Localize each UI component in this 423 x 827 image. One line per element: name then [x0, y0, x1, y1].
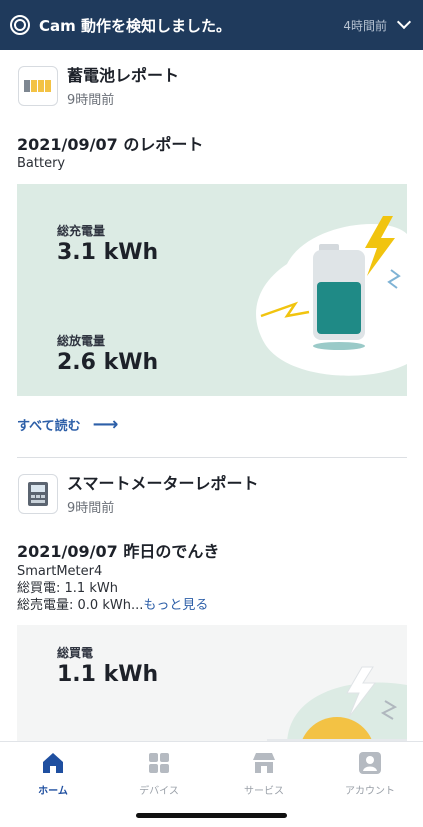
- meter-icon: [28, 482, 48, 506]
- tab-home-label: ホーム: [38, 786, 68, 797]
- battery-report-time: 9時間前: [67, 93, 115, 108]
- tab-devices[interactable]: デバイス: [106, 750, 212, 797]
- charge-label: 総充電量: [57, 224, 106, 238]
- arrow-right-icon: ⟶: [92, 414, 119, 435]
- charge-value: 3.1 kWh: [57, 240, 159, 265]
- smart-meter-report-time: 9時間前: [67, 501, 115, 516]
- tab-devices-label: デバイス: [139, 786, 179, 797]
- purchase-value: 1.1 kWh: [57, 662, 159, 687]
- tab-services-label: サービス: [244, 786, 284, 797]
- smart-meter-report-title: 2021/09/07 昨日のでんき: [17, 542, 220, 561]
- smart-meter-summary-panel[interactable]: 総買電 1.1 kWh: [17, 625, 407, 745]
- discharge-label: 総放電量: [57, 334, 106, 348]
- home-indicator: [136, 813, 287, 818]
- tab-home[interactable]: ホーム: [0, 750, 106, 797]
- see-more-link[interactable]: もっと見る: [143, 598, 208, 613]
- account-icon: [359, 752, 381, 774]
- devices-grid-icon: [149, 753, 169, 773]
- smart-meter-device-name: SmartMeter4: [17, 564, 103, 579]
- battery-summary-panel[interactable]: 総充電量 3.1 kWh 総放電量 2.6 kWh: [17, 184, 407, 396]
- sun-illustration: [267, 666, 407, 745]
- card-divider: [17, 457, 407, 458]
- battery-report-subtitle: Battery: [17, 156, 66, 171]
- discharge-value: 2.6 kWh: [57, 350, 159, 375]
- read-all-label: すべて読む: [17, 419, 81, 434]
- notification-time: 4時間前: [343, 18, 387, 33]
- app-screen: Cam 動作を検知しました。 4時間前 蓄電池レポート 9時間前 2021/09…: [0, 0, 423, 827]
- camera-target-icon: [10, 15, 30, 35]
- smart-meter-report-header: スマートメーターレポート 9時間前: [18, 474, 259, 516]
- smart-meter-sell-line: 総売電量: 0.0 kWh...もっと見る: [17, 598, 208, 614]
- battery-report-header: 蓄電池レポート 9時間前: [18, 66, 179, 108]
- battery-illustration: [256, 216, 407, 376]
- battery-app-icon: [18, 66, 58, 106]
- home-icon: [43, 753, 63, 773]
- read-all-link[interactable]: すべて読む ⟶: [17, 414, 118, 435]
- tab-account-label: アカウント: [345, 786, 395, 797]
- battery-report-app-name: 蓄電池レポート: [67, 66, 180, 85]
- sell-line-text: 総売電量: 0.0 kWh...: [17, 598, 144, 613]
- smart-meter-buy-line: 総買電: 1.1 kWh: [17, 581, 118, 596]
- tab-account[interactable]: アカウント: [317, 750, 423, 797]
- chevron-down-icon[interactable]: [396, 14, 412, 30]
- smart-meter-app-name: スマートメーターレポート: [67, 474, 259, 493]
- notification-title: Cam 動作を検知しました。: [39, 16, 231, 35]
- purchase-label: 総買電: [57, 646, 94, 660]
- store-icon: [253, 753, 275, 773]
- smart-meter-app-icon: [18, 474, 58, 514]
- battery-cells-icon: [24, 80, 51, 92]
- battery-report-title: 2021/09/07 のレポート: [17, 135, 204, 154]
- notification-banner[interactable]: Cam 動作を検知しました。 4時間前: [0, 0, 423, 50]
- tab-services[interactable]: サービス: [211, 750, 317, 797]
